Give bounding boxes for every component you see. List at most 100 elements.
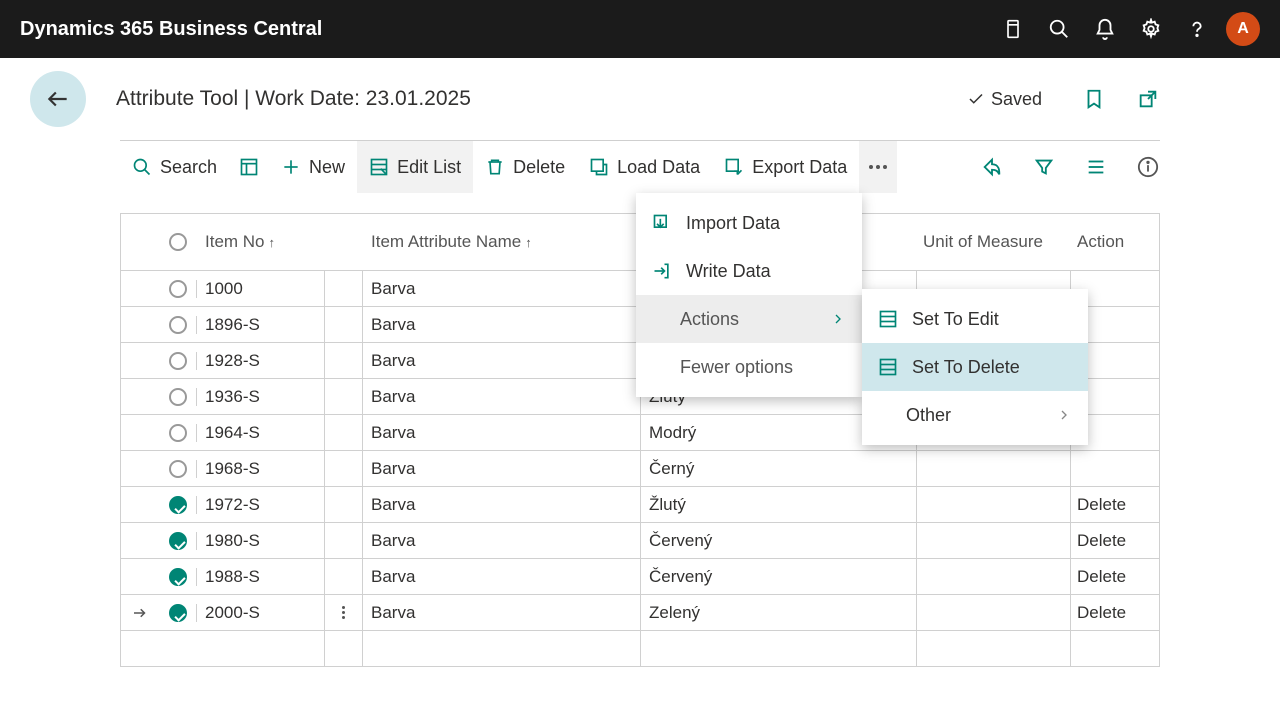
cell-item-no[interactable]: 1928-S bbox=[197, 343, 325, 378]
row-select-radio[interactable] bbox=[169, 496, 187, 514]
cell-attr-name[interactable]: Barva bbox=[363, 487, 641, 522]
cell-item-no[interactable]: 1980-S bbox=[197, 523, 325, 558]
cell-attr-value[interactable]: Červený bbox=[641, 523, 917, 558]
cell-item-no[interactable]: 2000-S bbox=[197, 595, 325, 630]
submenu-other[interactable]: Other bbox=[862, 391, 1088, 439]
toolbar: Search New Edit List Delete Load Data Ex… bbox=[120, 141, 1160, 193]
cell-attr-value[interactable]: Černý bbox=[641, 451, 917, 486]
cell-attr-name[interactable]: Barva bbox=[363, 595, 641, 630]
actions-submenu: Set To Edit Set To Delete Other bbox=[862, 289, 1088, 445]
col-uom[interactable]: Unit of Measure bbox=[917, 214, 1071, 270]
cell-uom[interactable] bbox=[917, 487, 1071, 522]
share-icon[interactable] bbox=[980, 155, 1004, 179]
menu-import-data[interactable]: Import Data bbox=[636, 199, 862, 247]
row-select-radio[interactable] bbox=[169, 352, 187, 370]
cell-attr-name[interactable]: Barva bbox=[363, 307, 641, 342]
col-action[interactable]: Action bbox=[1071, 214, 1159, 270]
toolbar-analyze-icon[interactable] bbox=[229, 141, 269, 193]
toolbar-edit-list-label: Edit List bbox=[397, 157, 461, 178]
toolbar-delete-label: Delete bbox=[513, 157, 565, 178]
row-select-radio[interactable] bbox=[169, 460, 187, 478]
cell-uom[interactable] bbox=[917, 595, 1071, 630]
row-select-radio[interactable] bbox=[169, 316, 187, 334]
back-button[interactable] bbox=[30, 71, 86, 127]
row-menu-icon[interactable] bbox=[342, 604, 345, 621]
more-dots-icon bbox=[869, 165, 887, 169]
search-icon[interactable] bbox=[1036, 6, 1082, 52]
table-row[interactable]: 1972-S BarvaŽlutý Delete bbox=[121, 486, 1159, 522]
cell-attr-value[interactable]: Žlutý bbox=[641, 487, 917, 522]
row-select-radio[interactable] bbox=[169, 424, 187, 442]
submenu-set-to-delete[interactable]: Set To Delete bbox=[862, 343, 1088, 391]
cell-item-no[interactable]: 1000 bbox=[197, 271, 325, 306]
menu-actions[interactable]: Actions bbox=[636, 295, 862, 343]
cell-attr-value[interactable]: Zelený bbox=[641, 595, 917, 630]
select-all-radio[interactable] bbox=[169, 233, 187, 251]
info-icon[interactable] bbox=[1136, 155, 1160, 179]
avatar[interactable]: A bbox=[1226, 12, 1260, 46]
notification-bell-icon[interactable] bbox=[1082, 6, 1128, 52]
submenu-set-to-edit[interactable]: Set To Edit bbox=[862, 295, 1088, 343]
gear-icon[interactable] bbox=[1128, 6, 1174, 52]
cell-attr-name[interactable]: Barva bbox=[363, 343, 641, 378]
toolbar-load-data[interactable]: Load Data bbox=[577, 141, 712, 193]
menu-write-data[interactable]: Write Data bbox=[636, 247, 862, 295]
toolbar-export-data[interactable]: Export Data bbox=[712, 141, 859, 193]
toolbar-more[interactable] bbox=[859, 141, 897, 193]
cell-attr-name[interactable]: Barva bbox=[363, 379, 641, 414]
toolbar-load-data-label: Load Data bbox=[617, 157, 700, 178]
popout-icon[interactable] bbox=[1136, 87, 1160, 111]
table-row[interactable]: 1980-S BarvaČervený Delete bbox=[121, 522, 1159, 558]
submenu-set-to-edit-label: Set To Edit bbox=[912, 309, 999, 330]
cell-item-no[interactable]: 1936-S bbox=[197, 379, 325, 414]
toolbar-search[interactable]: Search bbox=[120, 141, 229, 193]
overflow-menu: Import Data Write Data Actions Fewer opt… bbox=[636, 193, 862, 397]
cell-attr-value[interactable]: Červený bbox=[641, 559, 917, 594]
row-select-radio[interactable] bbox=[169, 568, 187, 586]
submenu-other-label: Other bbox=[906, 405, 951, 426]
list-view-icon[interactable] bbox=[1084, 155, 1108, 179]
table-row[interactable]: 1988-S BarvaČervený Delete bbox=[121, 558, 1159, 594]
menu-fewer-options-label: Fewer options bbox=[680, 357, 793, 378]
help-icon[interactable] bbox=[1174, 6, 1220, 52]
cell-action[interactable]: Delete bbox=[1071, 559, 1159, 594]
row-cursor-icon bbox=[131, 604, 149, 622]
toolbar-delete[interactable]: Delete bbox=[473, 141, 577, 193]
col-attr-name[interactable]: Item Attribute Name↑ bbox=[363, 214, 641, 270]
cell-uom[interactable] bbox=[917, 451, 1071, 486]
table-row[interactable]: 1968-S BarvaČerný bbox=[121, 450, 1159, 486]
row-select-radio[interactable] bbox=[169, 388, 187, 406]
col-item-no[interactable]: Item No↑ bbox=[197, 214, 325, 270]
filter-icon[interactable] bbox=[1032, 155, 1056, 179]
cell-attr-name[interactable]: Barva bbox=[363, 271, 641, 306]
toolbar-edit-list[interactable]: Edit List bbox=[357, 141, 473, 193]
row-select-radio[interactable] bbox=[169, 604, 187, 622]
toolbar-new[interactable]: New bbox=[269, 141, 357, 193]
cell-item-no[interactable]: 1968-S bbox=[197, 451, 325, 486]
cell-attr-name[interactable]: Barva bbox=[363, 415, 641, 450]
cell-item-no[interactable]: 1896-S bbox=[197, 307, 325, 342]
cell-action[interactable]: Delete bbox=[1071, 523, 1159, 558]
app-launcher-icon[interactable] bbox=[990, 6, 1036, 52]
toolbar-new-label: New bbox=[309, 157, 345, 178]
grid-empty-row bbox=[121, 630, 1159, 666]
cell-attr-name[interactable]: Barva bbox=[363, 523, 641, 558]
cell-item-no[interactable]: 1988-S bbox=[197, 559, 325, 594]
cell-item-no[interactable]: 1964-S bbox=[197, 415, 325, 450]
sort-asc-icon: ↑ bbox=[525, 235, 532, 250]
cell-action[interactable] bbox=[1071, 451, 1159, 486]
row-select-radio[interactable] bbox=[169, 280, 187, 298]
menu-fewer-options[interactable]: Fewer options bbox=[636, 343, 862, 391]
table-row[interactable]: 2000-S BarvaZelený Delete bbox=[121, 594, 1159, 630]
cell-uom[interactable] bbox=[917, 559, 1071, 594]
page-title: Attribute Tool | Work Date: 23.01.2025 bbox=[116, 87, 967, 111]
cell-item-no[interactable]: 1972-S bbox=[197, 487, 325, 522]
row-select-radio[interactable] bbox=[169, 532, 187, 550]
bookmark-icon[interactable] bbox=[1082, 87, 1106, 111]
cell-action[interactable]: Delete bbox=[1071, 487, 1159, 522]
cell-attr-name[interactable]: Barva bbox=[363, 559, 641, 594]
cell-uom[interactable] bbox=[917, 523, 1071, 558]
cell-attr-name[interactable]: Barva bbox=[363, 451, 641, 486]
saved-indicator: Saved bbox=[967, 89, 1042, 110]
cell-action[interactable]: Delete bbox=[1071, 595, 1159, 630]
